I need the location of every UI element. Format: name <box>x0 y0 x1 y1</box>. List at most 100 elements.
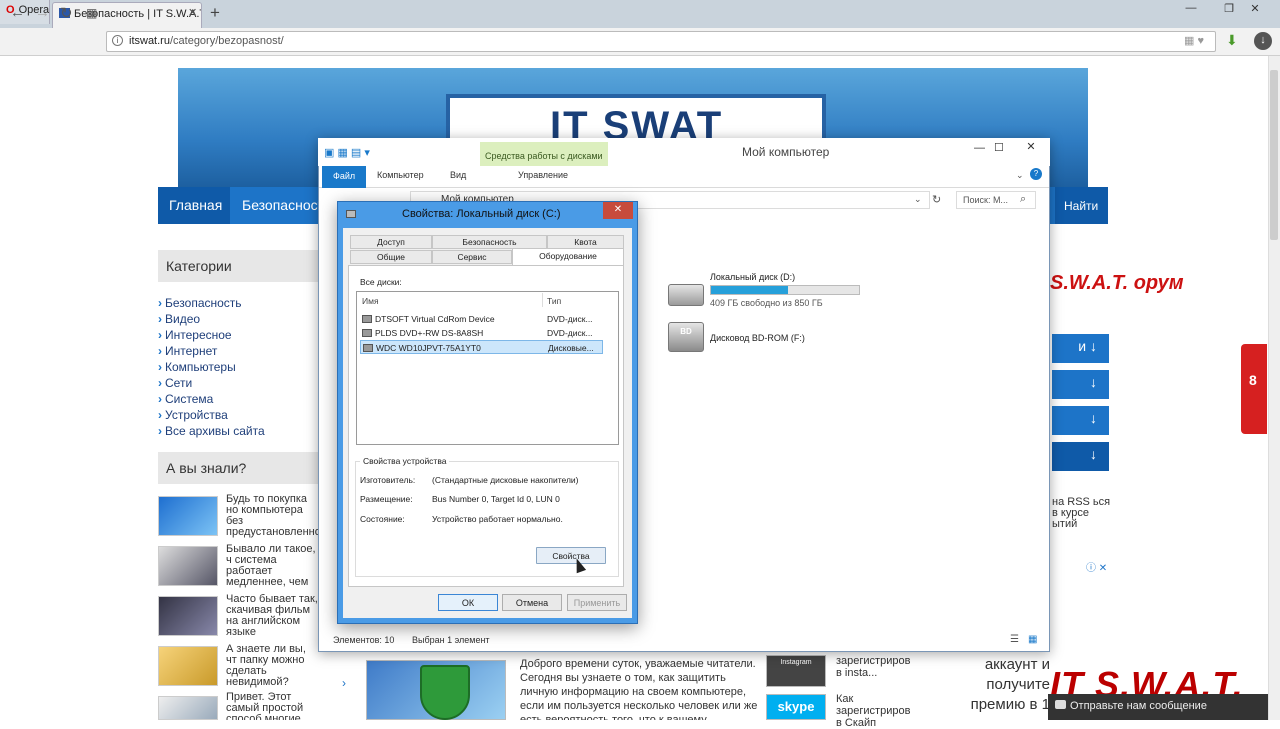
category-link[interactable]: › Система <box>158 392 213 406</box>
category-link[interactable]: › Интернет <box>158 344 217 358</box>
quick-access-icon[interactable]: ▣ ▦ ▤ ▾ <box>324 146 370 159</box>
explorer-close-icon[interactable]: ✕ <box>1016 140 1046 156</box>
right-menu-row[interactable]: ↓ <box>1052 370 1109 399</box>
share-tab[interactable]: 8 <box>1241 344 1267 434</box>
bd-rom-icon[interactable]: BD <box>668 322 704 352</box>
instagram-thumbnail[interactable]: Instagram <box>766 655 826 687</box>
tab-hardware[interactable]: Оборудование <box>512 248 624 266</box>
refresh-icon[interactable]: ↻ <box>932 193 941 206</box>
stash-icon[interactable]: ▦ ♥ <box>1184 34 1204 47</box>
article-thumbnail[interactable] <box>158 646 218 686</box>
dialog-close-icon[interactable]: ✕ <box>603 202 633 219</box>
ribbon-tab-manage[interactable]: Управление <box>518 170 568 180</box>
ribbon-expand-icon[interactable]: ⌄ <box>1016 170 1024 181</box>
explorer-minimize-icon[interactable]: — <box>974 142 985 154</box>
local-disk-d-icon[interactable] <box>668 284 704 306</box>
article-snippet[interactable]: Бывало ли такое, ч система работает медл… <box>226 544 318 588</box>
skype-thumbnail[interactable]: skype <box>766 694 826 720</box>
status-item-count: Элементов: 10 <box>333 635 395 645</box>
browser-tab[interactable]: Безопасность | IT S.W.A.T <box>52 2 202 28</box>
send-message-button[interactable]: Отправьте нам сообщение <box>1048 694 1268 720</box>
search-button[interactable]: Найти <box>1055 187 1108 224</box>
article-thumbnail[interactable] <box>158 496 218 536</box>
drive-d-usage-fill <box>711 286 788 294</box>
site-info-icon[interactable]: i <box>112 35 123 46</box>
download-icon[interactable]: ⬇ <box>1226 32 1238 49</box>
search-icon: ⌕ <box>1020 193 1027 205</box>
tiles-view-icon[interactable]: ▦ <box>1028 634 1037 645</box>
explorer-titlebar <box>318 138 1050 166</box>
disk-icon <box>346 210 356 218</box>
status-selected: Выбран 1 элемент <box>412 635 490 645</box>
window-close-icon[interactable]: ✕ <box>1244 2 1266 20</box>
tab-general[interactable]: Общие <box>350 250 432 264</box>
article-snippet[interactable]: Будь то покупка но компьютера без предус… <box>226 494 318 538</box>
article-thumbnail[interactable] <box>158 696 218 720</box>
skype-link[interactable]: Как зарегистриров в Скайп <box>836 693 916 729</box>
location-value: Bus Number 0, Target Id 0, LUN 0 <box>432 494 560 504</box>
list-item-selected[interactable]: WDC WD10JPVT-75A1YT0 Дисковые... <box>360 340 603 354</box>
category-link[interactable]: › Все архивы сайта <box>158 424 265 438</box>
category-link[interactable]: › Компьютеры <box>158 360 236 374</box>
instagram-link[interactable]: зарегистриров в insta... <box>836 655 916 679</box>
categories-heading: Категории <box>158 250 318 282</box>
column-name[interactable]: Имя <box>362 296 379 306</box>
tab-quota[interactable]: Квота <box>547 235 624 249</box>
ok-button[interactable]: ОК <box>438 594 498 611</box>
article-thumbnail[interactable] <box>158 596 218 636</box>
category-link[interactable]: › Устройства <box>158 408 228 422</box>
url-input[interactable]: itswat.ru/category/bezopasnost/ <box>106 31 1216 52</box>
article-snippet[interactable]: Часто бывает так, скачивая фильм на англ… <box>226 594 318 638</box>
drive-f-name[interactable]: Дисковод BD-ROM (F:) <box>710 333 805 343</box>
details-view-icon[interactable]: ☰ <box>1010 634 1019 645</box>
category-link[interactable]: › Сети <box>158 376 192 390</box>
did-you-know-heading: А вы знали? <box>158 452 318 484</box>
explorer-maximize-icon[interactable]: ☐ <box>994 141 1004 154</box>
window-restore-icon[interactable]: ❐ <box>1218 2 1240 20</box>
tab-tools[interactable]: Сервис <box>432 250 512 264</box>
drive-d-name[interactable]: Локальный диск (D:) <box>710 272 795 282</box>
tab-close-icon[interactable]: ✕ <box>188 6 197 19</box>
right-menu-row[interactable]: ↓ <box>1052 406 1109 435</box>
disk-tools-context-tab[interactable]: Средства работы с дисками <box>480 142 608 166</box>
category-link[interactable]: › Интересное <box>158 328 232 342</box>
apply-button[interactable]: Применить <box>567 594 627 611</box>
back-icon[interactable]: ← <box>10 4 25 21</box>
category-link[interactable]: › Видео <box>158 312 200 326</box>
opera-turbo-icon[interactable]: ↓ <box>1254 32 1272 50</box>
message-icon <box>1055 700 1066 709</box>
help-icon[interactable]: ? <box>1030 168 1042 180</box>
ribbon-tab-file[interactable]: Файл <box>322 166 366 188</box>
category-link[interactable]: › Безопасность <box>158 296 242 310</box>
speed-dial-icon[interactable]: ▦ <box>86 6 97 20</box>
article-snippet[interactable]: Привет. Этот самый простой способ многие… <box>226 692 318 720</box>
reload-icon[interactable]: ↻ <box>60 4 73 22</box>
list-item[interactable]: PLDS DVD+-RW DS-8A8SH DVD-диск... <box>360 326 603 340</box>
window-minimize-icon[interactable]: — <box>1180 2 1202 20</box>
tab-sharing[interactable]: Доступ <box>350 235 432 249</box>
column-type[interactable]: Тип <box>547 296 561 306</box>
ribbon-tab-computer[interactable]: Компьютер <box>377 170 424 180</box>
rss-text: на RSS ься в курсе ытий <box>1052 496 1111 530</box>
right-menu-row[interactable]: ↓ <box>1052 442 1109 471</box>
article-text: Доброго времени суток, уважаемые читател… <box>520 658 758 720</box>
state-value: Устройство работает нормально. <box>432 514 563 524</box>
address-dropdown-icon[interactable]: ⌄ <box>914 194 922 205</box>
article-snippet[interactable]: А знаете ли вы, чт папку можно сделать н… <box>226 644 318 688</box>
article-thumbnail[interactable] <box>158 546 218 586</box>
page-scroll-thumb[interactable] <box>1270 70 1278 240</box>
device-properties-button[interactable]: Свойства <box>536 547 606 564</box>
ribbon-tab-view[interactable]: Вид <box>450 170 466 180</box>
nav-security-link[interactable]: Безопасност <box>230 187 330 224</box>
tab-security[interactable]: Безопасность <box>432 235 547 249</box>
list-item[interactable]: DTSOFT Virtual CdRom Device DVD-диск... <box>360 312 603 326</box>
dvd-drive-icon <box>362 329 372 337</box>
article-next-icon[interactable]: › <box>342 676 346 690</box>
nav-home-link[interactable]: Главная <box>158 187 230 224</box>
right-menu-row[interactable]: и ↓ <box>1052 334 1109 363</box>
forward-icon[interactable]: → <box>35 4 50 21</box>
new-tab-icon[interactable]: + <box>210 3 220 23</box>
forum-logo[interactable]: S.W.A.T. орум <box>1050 272 1184 295</box>
ad-close-icon[interactable]: ⓘ ✕ <box>1086 559 1107 574</box>
cancel-button[interactable]: Отмена <box>502 594 562 611</box>
